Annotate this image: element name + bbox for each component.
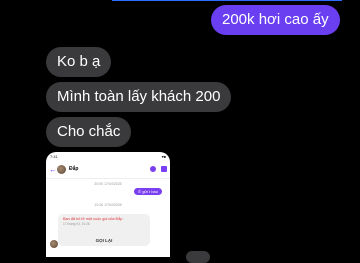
top-accent-line: [112, 0, 342, 1]
missed-call-card: Bạn đã bỏ lỡ một cuộc gọi của Đắp 17 thá…: [58, 214, 150, 246]
missed-call-title: Bạn đã bỏ lỡ một cuộc gọi của Đắp: [63, 217, 123, 221]
partial-bubble: [186, 251, 210, 263]
attachment-status-icons: ▾■: [161, 153, 166, 159]
attachment-status-time: 7:41: [50, 153, 58, 159]
message-bubble-incoming[interactable]: Mình toàn lấy khách 200: [46, 82, 232, 112]
back-arrow-icon: ←: [49, 164, 57, 174]
attachment-status-bar: 7:41 ▾■: [46, 152, 170, 160]
attachment-chat-header: ← Đắp: [46, 160, 170, 179]
video-call-icon: [161, 166, 167, 172]
message-bubble-outgoing[interactable]: 200k hơi cao ấy: [211, 5, 340, 35]
call-icon: [150, 166, 156, 172]
attachment-timestamp: 10:26 17/04/2025: [94, 203, 122, 207]
call-back-button: GỌI LẠI: [95, 238, 113, 243]
avatar: [57, 164, 66, 174]
attachment-outgoing-bubble: Ê gửi t bao: [134, 188, 162, 195]
message-bubble-incoming[interactable]: Ko b ạ: [46, 47, 112, 77]
image-attachment[interactable]: 7:41 ▾■ ← Đắp 20:00 17/04/2025 Ê gửi t b…: [46, 152, 170, 257]
message-bubble-incoming[interactable]: Cho chắc: [46, 117, 132, 147]
attachment-contact-name: Đắp: [69, 166, 79, 172]
missed-call-time: 17 tháng 04, 10:26: [63, 222, 90, 226]
avatar: [50, 240, 58, 248]
attachment-timestamp: 20:00 17/04/2025: [94, 182, 122, 186]
